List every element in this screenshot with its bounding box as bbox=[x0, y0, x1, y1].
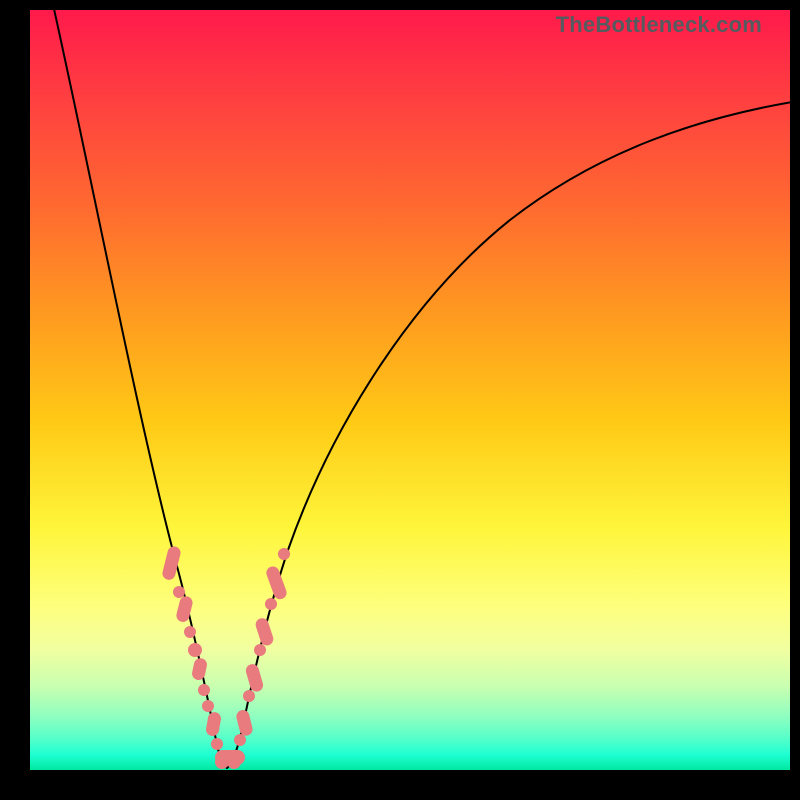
chart-plot-area bbox=[30, 10, 790, 770]
